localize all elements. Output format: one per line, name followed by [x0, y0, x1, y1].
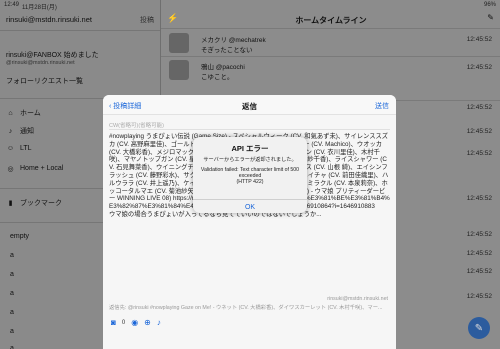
status-date: 11月28日(月) [22, 5, 57, 11]
image-count: 0 [121, 319, 126, 326]
profile-handle: @rinsuki@mstdn.rinsuki.net [6, 60, 75, 66]
sidebar-item-label: 通知 [20, 128, 34, 135]
list-item[interactable]: a [10, 252, 14, 259]
post-time: 12:45:52 [466, 293, 492, 300]
ok-button[interactable]: OK [193, 204, 307, 211]
post-time: 12:45:52 [466, 128, 492, 135]
compose-fab-button[interactable]: ✎ [468, 317, 490, 339]
send-button[interactable]: 送信 [375, 101, 389, 111]
post-time: 12:45:52 [466, 250, 492, 257]
post-time: 12:45:52 [466, 195, 492, 202]
cw-input[interactable]: CW(省略可)(省略可能) [109, 121, 164, 129]
post-text: そぎったことない [201, 47, 253, 54]
avatar[interactable] [169, 33, 189, 53]
sidebar-item-label: ホーム [20, 110, 41, 117]
sheet-header: ‹ 投稿詳細 返信 送信 [103, 95, 396, 115]
post-author: メカクリ @mechatrek [201, 37, 266, 44]
profile-name[interactable]: rinsuki@FANBOX 始めました [6, 50, 99, 60]
follow-requests-link[interactable]: フォローリクエスト一覧 [6, 76, 83, 86]
music-note-icon[interactable]: ♪ [157, 318, 161, 327]
divider [109, 129, 390, 130]
reply-sheet: ‹ 投稿詳細 返信 送信 CW(省略可)(省略可能) #nowplaying う… [103, 95, 396, 349]
sidebar-item-ltl[interactable]: ☺ LTL [6, 144, 32, 153]
pencil-icon: ✎ [474, 322, 484, 334]
post-time: 12:45:52 [466, 64, 492, 71]
alert-title: API エラー [231, 144, 269, 153]
divider [193, 199, 307, 200]
sidebar-item-notifications[interactable]: ♪ 通知 [6, 126, 34, 136]
divider [161, 28, 500, 29]
bell-icon: ♪ [8, 127, 13, 135]
posting-account: rinsuki@mstdn.rinsuki.net [327, 296, 388, 302]
compose-icon[interactable]: ✎ [487, 13, 494, 22]
globe-icon[interactable]: ⊕ [144, 318, 151, 327]
list-item[interactable]: a [10, 290, 14, 297]
eye-icon[interactable]: ◉ [131, 318, 138, 327]
post-time: 12:45:52 [466, 268, 492, 275]
reply-context: 返信先: @rinsuki #nowplaying Gaze on Me! - … [109, 305, 383, 311]
list-item[interactable]: a [10, 328, 14, 335]
post-time: 12:45:52 [466, 150, 492, 157]
divider [0, 30, 160, 31]
sidebar-item-label: Home + Local [20, 165, 64, 172]
globe-icon: ◎ [7, 165, 14, 173]
sidebar-item-home[interactable]: ⌂ ホーム [6, 108, 41, 118]
list-item[interactable]: empty [10, 233, 29, 240]
sheet-title: 返信 [242, 102, 257, 111]
status-time: 12:49 [4, 2, 20, 8]
sidebar-item-label: ブックマーク [20, 200, 62, 207]
post-time: 12:45:52 [466, 104, 492, 111]
list-item[interactable]: a [10, 271, 14, 278]
house-icon: ⌂ [8, 109, 13, 117]
camera-icon[interactable]: ◙ [111, 318, 116, 327]
post-author: 鴉山 @pacochi [201, 64, 245, 71]
post-time: 12:45:52 [466, 36, 492, 43]
avatar[interactable] [169, 60, 189, 80]
sidebar-item-label: LTL [20, 145, 32, 152]
sidebar-item-home-local[interactable]: ◎ Home + Local [6, 164, 63, 173]
page-title: ホームタイムライン [295, 16, 367, 25]
alert-message: Validation failed: Text character limit … [200, 167, 300, 186]
composer-toolbar: ◙ 0 ◉ ⊕ ♪ [111, 318, 161, 327]
battery-level: 96% [483, 2, 496, 8]
alert-subtitle: サーバーからエラーが返却されました。 [203, 157, 297, 163]
post-text: こゆこと。 [201, 74, 234, 81]
people-icon: ☺ [6, 145, 15, 152]
list-item[interactable]: a [10, 309, 14, 316]
list-item[interactable]: a [10, 345, 14, 349]
status-bar: 12:49 11月28日(月) 96% [0, 0, 500, 11]
divider [161, 56, 500, 57]
bookmark-icon: ▮ [8, 200, 13, 207]
account-name[interactable]: rinsuki@mstdn.rinsuki.net [6, 15, 92, 24]
post-button[interactable]: 投稿 [140, 15, 154, 25]
api-error-alert: API エラー サーバーからエラーが返却されました。 Validation fa… [193, 137, 307, 213]
sidebar-item-bookmark[interactable]: ▮ ブックマーク [6, 198, 62, 208]
post-time: 12:45:52 [466, 231, 492, 238]
